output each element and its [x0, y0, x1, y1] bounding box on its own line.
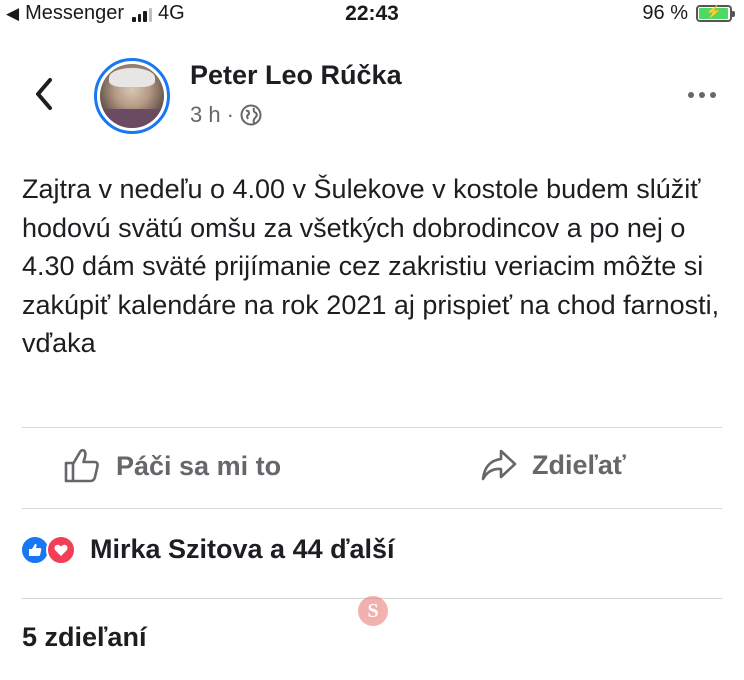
more-options-button[interactable]	[688, 92, 716, 98]
post-time[interactable]: 3 h	[190, 102, 221, 128]
avatar[interactable]	[94, 58, 170, 134]
more-horizontal-icon	[688, 92, 694, 98]
watermark-logo: S	[358, 596, 388, 626]
chevron-left-icon[interactable]	[32, 76, 56, 112]
post-meta: 3 h ·	[190, 102, 262, 128]
post-text: Zajtra v nedeľu o 4.00 v Šulekove v kost…	[22, 174, 720, 358]
status-bar-right: 96 % ⚡	[642, 2, 735, 25]
share-arrow-icon	[481, 449, 517, 481]
reactions-summary[interactable]: Mirka Szitova a 44 ďalší	[20, 533, 395, 565]
divider	[22, 508, 722, 509]
globe-icon	[240, 104, 262, 126]
profile-photo	[100, 64, 164, 128]
like-button[interactable]: Páči sa mi to	[62, 446, 281, 486]
share-button[interactable]: Zdieľať	[480, 446, 626, 484]
share-label: Zdieľať	[532, 449, 626, 480]
thumbs-up-icon	[64, 448, 99, 483]
status-bar: ◀ Messenger 4G 22:43 96 % ⚡	[0, 0, 744, 30]
reaction-icons	[20, 533, 82, 565]
like-label: Páči sa mi to	[116, 450, 282, 481]
clock: 22:43	[345, 2, 399, 25]
reactions-text: Mirka Szitova a 44 ďalší	[90, 533, 395, 564]
battery-percent: 96 %	[642, 2, 688, 24]
battery-icon: ⚡	[696, 4, 735, 22]
author-name[interactable]: Peter Leo Rúčka	[190, 60, 402, 91]
divider	[22, 427, 722, 428]
love-reaction-icon	[46, 535, 76, 565]
shares-count[interactable]: 5 zdieľaní	[22, 622, 146, 653]
meta-separator: ·	[226, 102, 234, 127]
